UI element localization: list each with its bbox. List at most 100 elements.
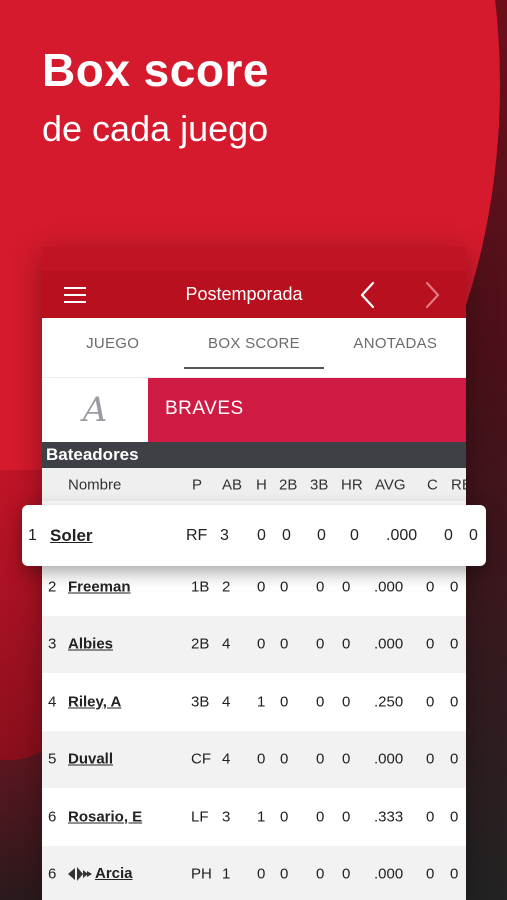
cell-2b: 0 [280,578,289,596]
batting-order: 4 [48,693,57,711]
player-name-link[interactable]: Arcia [68,865,133,883]
batting-order: 6 [48,808,57,826]
col-header-c: C [427,476,438,493]
cell-avg: .333 [374,808,404,826]
cell-rb: 0 [450,635,459,653]
col-header-nombre: Nombre [68,476,122,493]
table-row[interactable]: 6 Rosario, E LF 3 1 0 0 0 .333 0 0 [42,788,466,846]
table-row[interactable]: 3 Albies 2B 4 0 0 0 0 .000 0 0 [42,615,466,673]
cell-h: 0 [257,526,266,544]
section-title: Bateadores [42,442,466,468]
cell-c: 0 [426,865,435,883]
promo-title: Box score [42,44,269,96]
col-header-rb: RB [451,476,466,493]
cell-2b: 0 [280,635,289,653]
cell-avg: .000 [374,750,404,768]
cell-hr: 0 [342,865,351,883]
cell-3b: 0 [316,578,325,596]
cell-avg: .000 [374,578,404,596]
player-name-link[interactable]: Rosario, E [68,808,142,825]
cell-2b: 0 [280,693,289,711]
chevron-left-icon[interactable] [354,279,382,311]
cell-pos: 3B [191,693,210,711]
app-screen: Postemporada JUEGO BOX SCORE ANOTADAS A … [42,247,466,900]
cell-c: 0 [426,635,435,653]
status-bar [42,247,466,271]
app-bar: Postemporada [42,271,466,318]
table-row[interactable]: 6 Arcia PH 1 0 0 0 0 .000 0 0 [42,845,466,900]
cell-ab: 4 [222,635,231,653]
team-name: BRAVES [148,378,466,442]
braves-logo-letter: A [82,390,108,430]
cell-rb: 0 [450,865,459,883]
cell-ab: 2 [222,578,231,596]
cell-ab: 3 [220,526,229,544]
player-name-link[interactable]: Duvall [68,751,113,768]
cell-c: 0 [426,808,435,826]
cell-rb: 0 [469,526,478,544]
table-row[interactable]: 5 Duvall CF 4 0 0 0 0 .000 0 0 [42,730,466,788]
col-header-avg: AVG [375,476,406,493]
cell-pos: PH [191,865,212,883]
player-name-link[interactable]: Riley, A [68,693,121,710]
cell-c: 0 [426,750,435,768]
player-name-link[interactable]: Albies [68,636,113,653]
cell-2b: 0 [280,750,289,768]
cell-hr: 0 [342,693,351,711]
table-row[interactable]: 2 Freeman 1B 2 0 0 0 0 .000 0 0 [42,558,466,616]
player-name-link[interactable]: Soler [50,526,93,546]
cell-rb: 0 [450,808,459,826]
batting-order: 3 [48,635,57,653]
cell-3b: 0 [317,526,326,544]
tab-bar: JUEGO BOX SCORE ANOTADAS [42,318,466,378]
highlighted-table-row[interactable]: 1 Soler RF 3 0 0 0 0 .000 0 0 [22,505,486,566]
cell-pos: 2B [191,635,210,653]
col-header-ab: AB [222,476,243,493]
cell-c: 0 [426,578,435,596]
batting-order: 1 [28,526,37,544]
cell-h: 0 [257,865,266,883]
cell-h: 1 [257,808,266,826]
cell-c: 0 [444,526,453,544]
cell-3b: 0 [316,808,325,826]
promo-headline: Box score de cada juego [42,44,269,152]
team-header: A BRAVES [42,378,466,442]
cell-2b: 0 [282,526,291,544]
cell-rb: 0 [450,693,459,711]
team-logo: A [42,378,148,442]
cell-pos: CF [191,750,211,768]
substitution-arrows-icon [68,867,92,882]
cell-h: 0 [257,750,266,768]
tab-anotadas[interactable]: ANOTADAS [325,318,466,377]
player-name-text: Arcia [95,865,133,883]
cell-hr: 0 [342,578,351,596]
col-header-3b: 3B [310,476,329,493]
cell-hr: 0 [342,750,351,768]
cell-2b: 0 [280,865,289,883]
cell-ab: 1 [222,865,231,883]
cell-pos: 1B [191,578,210,596]
cell-pos: LF [191,808,209,826]
active-tab-indicator [184,367,324,369]
app-bar-title: Postemporada [185,284,303,304]
cell-pos: RF [186,526,208,544]
cell-c: 0 [426,693,435,711]
chevron-right-icon[interactable] [418,279,446,311]
cell-h: 1 [257,693,266,711]
cell-3b: 0 [316,750,325,768]
batting-order: 5 [48,750,57,768]
player-name-link[interactable]: Freeman [68,578,131,595]
cell-rb: 0 [450,578,459,596]
batting-order: 2 [48,578,57,596]
cell-hr: 0 [350,526,359,544]
cell-hr: 0 [342,808,351,826]
cell-3b: 0 [316,693,325,711]
col-header-hr: HR [341,476,363,493]
cell-hr: 0 [342,635,351,653]
tab-juego[interactable]: JUEGO [42,318,183,377]
table-row[interactable]: 4 Riley, A 3B 4 1 0 0 0 .250 0 0 [42,673,466,731]
batting-order: 6 [48,865,57,883]
cell-ab: 4 [222,750,231,768]
cell-avg: .250 [374,693,404,711]
cell-ab: 3 [222,808,231,826]
